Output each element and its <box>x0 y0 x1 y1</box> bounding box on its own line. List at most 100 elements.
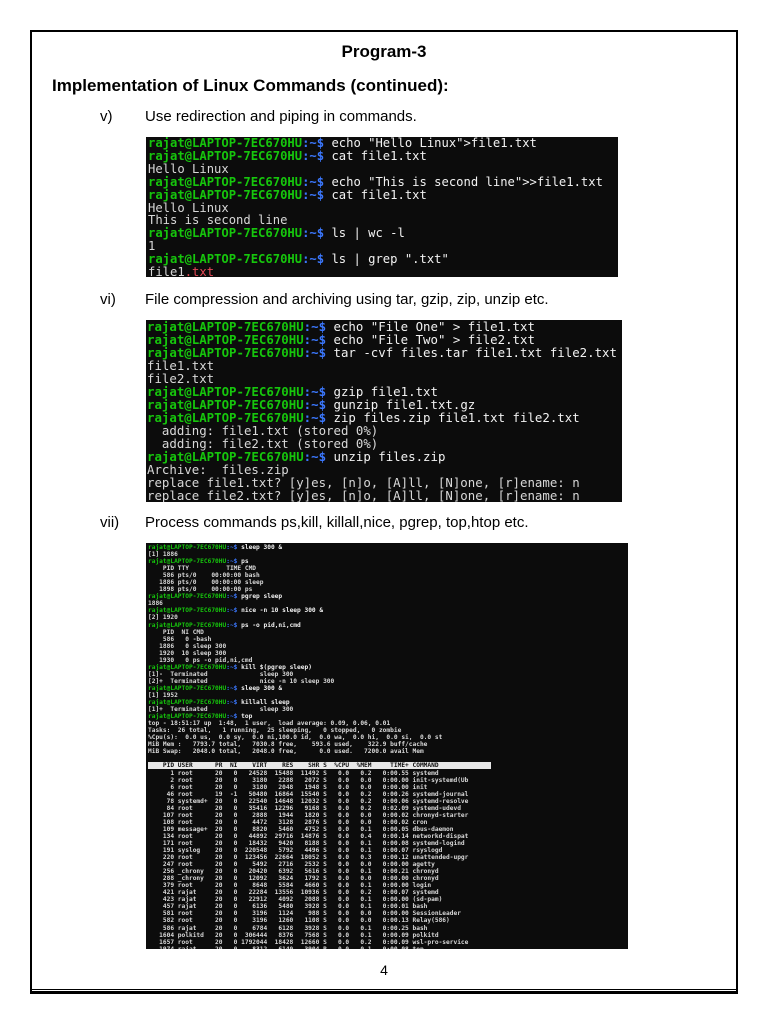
output-text: 582 root 20 0 3196 1260 1108 S 0.0 0.0 0… <box>148 917 450 925</box>
prompt-path: :~$ <box>302 148 325 163</box>
output-text: 1974 rajat 20 0 8312 6140 3904 R 0.0 0.1… <box>148 946 424 949</box>
prompt-user: rajat@LAPTOP-7EC670HU <box>148 621 227 629</box>
prompt-user: rajat@LAPTOP-7EC670HU <box>148 174 303 189</box>
prompt-path: :~$ <box>303 449 327 464</box>
terminal-output-line: 78 systemd+ 20 0 22540 14648 12032 S 0.0… <box>148 798 626 805</box>
output-text: 1 root 20 0 24528 15488 11492 S 0.0 0.2 … <box>148 769 439 777</box>
terminal-command-line: rajat@LAPTOP-7EC670HU:~$ kill $(pgrep sl… <box>148 664 626 671</box>
terminal-output-line: [1] 1952 <box>148 692 626 699</box>
output-text: replace file2.txt? [y]es, [n]o, [A]ll, [… <box>147 488 580 502</box>
output-text: 1 <box>148 239 156 254</box>
output-text: 2 root 20 0 3180 2288 2072 S 0.0 0.0 0:0… <box>148 776 469 784</box>
prompt-path: :~$ <box>302 226 325 241</box>
prompt-path: :~$ <box>226 593 238 601</box>
prompt-user: rajat@LAPTOP-7EC670HU <box>148 699 227 707</box>
terminal-output-line: 84 root 20 0 35416 12296 9168 S 0.0 0.2 … <box>148 805 626 812</box>
terminal-command-line: rajat@LAPTOP-7EC670HU:~$ ls | wc -l <box>148 227 616 240</box>
output-text: 586 0 -bash <box>148 635 212 643</box>
terminal-output-line: 191 syslog 20 0 220548 5792 4496 S 0.0 0… <box>148 847 626 854</box>
terminal-output-line: 108 root 20 0 4472 3128 2876 S 0.0 0.0 0… <box>148 819 626 826</box>
terminal-output-line: PID NI CMD <box>148 629 626 636</box>
terminal-screenshot-processes: rajat@LAPTOP-7EC670HU:~$ sleep 300 & [1] … <box>146 543 628 949</box>
item-number: v) <box>100 108 113 125</box>
terminal-output-line: [1]- Terminated sleep 300 <box>148 671 626 678</box>
terminal-output-line: 1604 polkitd 20 0 306444 8376 7568 S 0.0… <box>148 932 626 939</box>
output-text: 78 systemd+ 20 0 22540 14648 12032 S 0.0… <box>148 797 469 805</box>
output-text: 220 root 20 0 123456 22664 18052 S 0.0 0… <box>148 854 469 862</box>
terminal-output-line <box>148 755 626 762</box>
prompt-path: :~$ <box>226 713 238 721</box>
terminal-output-line: 46 root 19 -1 50480 16864 15540 S 0.0 0.… <box>148 791 626 798</box>
output-text: [2] 1920 <box>148 614 178 622</box>
item-number: vi) <box>100 291 116 308</box>
output-text: 191 syslog 20 0 220548 5792 4496 S 0.0 0… <box>148 847 443 855</box>
terminal-output-line: 1920 10 sleep 300 <box>148 650 626 657</box>
terminal-output-line: 1930 0 ps -o pid,ni,cmd <box>148 657 626 664</box>
output-text: 46 root 19 -1 50480 16864 15540 S 0.0 0.… <box>148 790 469 798</box>
prompt-user: rajat@LAPTOP-7EC670HU <box>148 187 303 202</box>
terminal-output-line: 247 root 20 0 5492 2716 2532 S 0.0 0.0 0… <box>148 861 626 868</box>
page-number: 4 <box>380 962 388 978</box>
output-text: 1657 root 20 0 1792044 18428 12660 S 0.0… <box>148 938 469 946</box>
terminal-output-line: 109 message+ 20 0 8820 5460 4752 S 0.0 0… <box>148 826 626 833</box>
output-text: [1]- Terminated sleep 300 <box>148 670 294 678</box>
prompt-path: :~$ <box>302 252 325 267</box>
prompt-user: rajat@LAPTOP-7EC670HU <box>148 226 303 241</box>
terminal-output-line: file1.txt <box>147 359 621 372</box>
terminal-command-line: rajat@LAPTOP-7EC670HU:~$ ps <box>148 558 626 565</box>
terminal-command-line: rajat@LAPTOP-7EC670HU:~$ pgrep sleep <box>148 593 626 600</box>
terminal-output-line: 2 root 20 0 3180 2288 2072 S 0.0 0.0 0:0… <box>148 777 626 784</box>
terminal-screenshot-redirection: rajat@LAPTOP-7EC670HU:~$ echo "Hello Lin… <box>146 137 618 277</box>
terminal-output-line: 256 _chrony 20 0 20420 6392 5616 S 0.0 0… <box>148 868 626 875</box>
top-header-row: PID USER PR NI VIRT RES SHR S %CPU %MEM … <box>148 762 626 770</box>
terminal-output-line: 1886 pts/0 00:00:00 sleep <box>148 579 626 586</box>
command-text: ls | grep ".txt" <box>324 252 449 267</box>
terminal-output-line: 220 root 20 0 123456 22664 18052 S 0.0 0… <box>148 854 626 861</box>
terminal-output-line: [2]+ Terminated nice -n 10 sleep 300 <box>148 678 626 685</box>
command-text: killall sleep <box>237 699 290 707</box>
command-text: top <box>237 713 253 721</box>
prompt-path: :~$ <box>226 558 238 566</box>
prompt-path: :~$ <box>226 684 238 692</box>
terminal-command-line: rajat@LAPTOP-7EC670HU:~$ nice -n 10 slee… <box>148 607 626 614</box>
prompt-path: :~$ <box>302 187 325 202</box>
output-text: 107 root 20 0 2888 1944 1820 S 0.0 0.0 0… <box>148 811 469 819</box>
terminal-screenshot-compression: rajat@LAPTOP-7EC670HU:~$ echo "File One"… <box>146 320 622 502</box>
page-title: Program-3 <box>341 42 427 61</box>
terminal-output-line: 1886 0 sleep 300 <box>148 643 626 650</box>
terminal-output-line: 581 root 20 0 3196 1124 988 S 0.0 0.0 0:… <box>148 910 626 917</box>
terminal-command-line: rajat@LAPTOP-7EC670HU:~$ tar -cvf files.… <box>147 346 621 359</box>
command-text: sleep 300 & <box>237 684 283 692</box>
output-text: 1886 0 sleep 300 <box>148 642 227 650</box>
output-text: 108 root 20 0 4472 3128 2876 S 0.0 0.0 0… <box>148 818 428 826</box>
output-text: 6 root 20 0 3180 2048 1948 S 0.0 0.0 0:0… <box>148 783 428 791</box>
command-text: ps -o pid,ni,cmd <box>237 621 301 629</box>
terminal-output-line: [2] 1920 <box>148 614 626 621</box>
page-border-bottom <box>30 989 738 993</box>
command-text: cat file1.txt <box>324 187 427 202</box>
output-text: 256 _chrony 20 0 20420 6392 5616 S 0.0 0… <box>148 868 439 876</box>
output-text: This is second line <box>148 213 288 228</box>
output-text: MiB Swap: 2048.0 total, 2048.0 free, 0.0… <box>148 748 424 756</box>
command-text: tar -cvf files.tar file1.txt file2.txt <box>326 345 617 360</box>
terminal-output-line: 582 root 20 0 3196 1260 1108 S 0.0 0.0 0… <box>148 917 626 924</box>
output-text: 1930 0 ps -o pid,ni,cmd <box>148 656 253 664</box>
prompt-user: rajat@LAPTOP-7EC670HU <box>148 252 303 267</box>
terminal-output-line: 586 0 -bash <box>148 636 626 643</box>
command-text: cat file1.txt <box>324 148 427 163</box>
terminal-command-line: rajat@LAPTOP-7EC670HU:~$ ps -o pid,ni,cm… <box>148 622 626 629</box>
output-text: 134 root 20 0 44892 29716 14876 S 0.0 0.… <box>148 832 469 840</box>
output-text: Hello Linux <box>148 161 229 176</box>
output-text: 109 message+ 20 0 8820 5460 4752 S 0.0 0… <box>148 825 454 833</box>
prompt-path: :~$ <box>226 699 238 707</box>
prompt-user: rajat@LAPTOP-7EC670HU <box>148 544 227 551</box>
terminal-output-line: file1.txt <box>148 266 616 277</box>
output-text: [1] 1886 <box>148 551 178 559</box>
prompt-path: :~$ <box>226 663 238 671</box>
terminal-output-line: PID TTY TIME CMD <box>148 565 626 572</box>
command-text: unzip files.zip <box>326 449 446 464</box>
prompt-path: :~$ <box>303 345 327 360</box>
command-text: nice -n 10 sleep 300 & <box>237 607 324 615</box>
terminal-command-line: rajat@LAPTOP-7EC670HU:~$ ls | grep ".txt… <box>148 253 616 266</box>
